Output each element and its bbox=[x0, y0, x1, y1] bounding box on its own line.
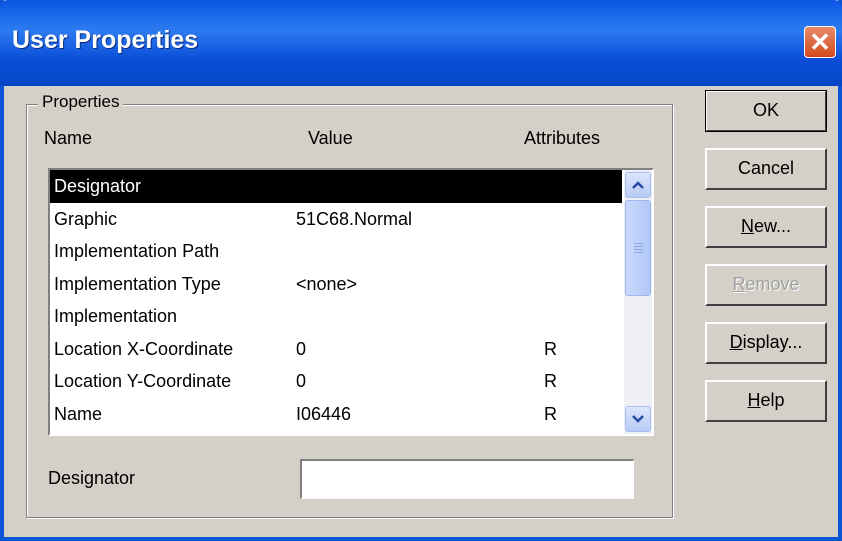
column-header-name: Name bbox=[44, 128, 93, 148]
table-row[interactable]: Location Y-Coordinate 0 R bbox=[50, 365, 622, 398]
grip-line bbox=[634, 246, 643, 247]
remove-label: emove bbox=[745, 274, 800, 294]
table-row[interactable]: Designator bbox=[50, 170, 622, 203]
row-attributes: R bbox=[544, 338, 557, 359]
display-button[interactable]: Display... bbox=[705, 322, 827, 364]
grip-line bbox=[634, 252, 643, 253]
help-label: elp bbox=[760, 390, 785, 410]
designator-field-label: Designator bbox=[48, 468, 136, 488]
row-value: 0 bbox=[296, 371, 307, 391]
chevron-up-icon bbox=[632, 181, 644, 189]
row-value: <none> bbox=[296, 273, 358, 294]
table-row[interactable]: Implementation bbox=[50, 300, 622, 333]
display-label: isplay... bbox=[742, 332, 803, 352]
column-header-attributes: Attributes bbox=[524, 128, 601, 148]
row-name: Implementation Type bbox=[54, 273, 221, 294]
row-value: 0 bbox=[296, 338, 307, 359]
row-name: Name bbox=[54, 403, 103, 424]
close-button[interactable]: ✕ bbox=[804, 26, 836, 58]
new-button[interactable]: New... bbox=[705, 206, 827, 248]
row-attributes: R bbox=[544, 403, 557, 424]
column-header-value: Value bbox=[308, 128, 353, 148]
row-value: I06446 bbox=[296, 403, 352, 424]
scroll-thumb[interactable] bbox=[625, 200, 651, 296]
title-bar[interactable]: User Properties ✕ bbox=[0, 0, 842, 86]
vertical-scrollbar[interactable] bbox=[624, 170, 652, 434]
close-icon: ✕ bbox=[809, 27, 831, 57]
user-properties-dialog: User Properties ✕ Properties Name Value … bbox=[0, 0, 842, 541]
remove-button[interactable]: Remove bbox=[705, 264, 827, 306]
help-mnemonic: H bbox=[747, 390, 761, 410]
properties-list[interactable]: Designator Graphic 51C68.Normal Implemen… bbox=[48, 168, 654, 436]
chevron-down-icon bbox=[632, 415, 644, 423]
remove-mnemonic: R bbox=[732, 274, 746, 294]
row-name: Graphic bbox=[54, 208, 118, 229]
cancel-button[interactable]: Cancel bbox=[705, 148, 827, 190]
row-name: Implementation bbox=[54, 306, 178, 326]
properties-group-label: Properties bbox=[38, 92, 124, 112]
row-value: 51C68.Normal bbox=[296, 208, 413, 229]
help-button[interactable]: Help bbox=[705, 380, 827, 422]
designator-field[interactable] bbox=[300, 459, 634, 499]
scroll-down-button[interactable] bbox=[625, 406, 651, 432]
table-row[interactable]: Implementation Path bbox=[50, 235, 622, 268]
display-mnemonic: D bbox=[729, 332, 743, 352]
new-mnemonic: N bbox=[740, 216, 754, 236]
properties-rows: Designator Graphic 51C68.Normal Implemen… bbox=[50, 170, 622, 430]
table-row[interactable]: Graphic 51C68.Normal bbox=[50, 203, 622, 236]
new-label: ew... bbox=[753, 216, 792, 236]
grip-line bbox=[634, 243, 643, 244]
row-name: Designator bbox=[54, 176, 142, 196]
table-row[interactable]: Implementation Type <none> bbox=[50, 268, 622, 301]
row-attributes: R bbox=[544, 371, 557, 391]
row-name: Location X-Coordinate bbox=[54, 338, 234, 359]
grip-line bbox=[634, 249, 643, 250]
row-name: Implementation Path bbox=[54, 241, 220, 261]
table-row[interactable]: Name I06446 R bbox=[50, 398, 622, 431]
window-title: User Properties bbox=[12, 26, 199, 54]
ok-button[interactable]: OK bbox=[705, 90, 827, 132]
scroll-up-button[interactable] bbox=[625, 172, 651, 198]
table-row[interactable]: Location X-Coordinate 0 R bbox=[50, 333, 622, 366]
row-name: Location Y-Coordinate bbox=[54, 371, 232, 391]
